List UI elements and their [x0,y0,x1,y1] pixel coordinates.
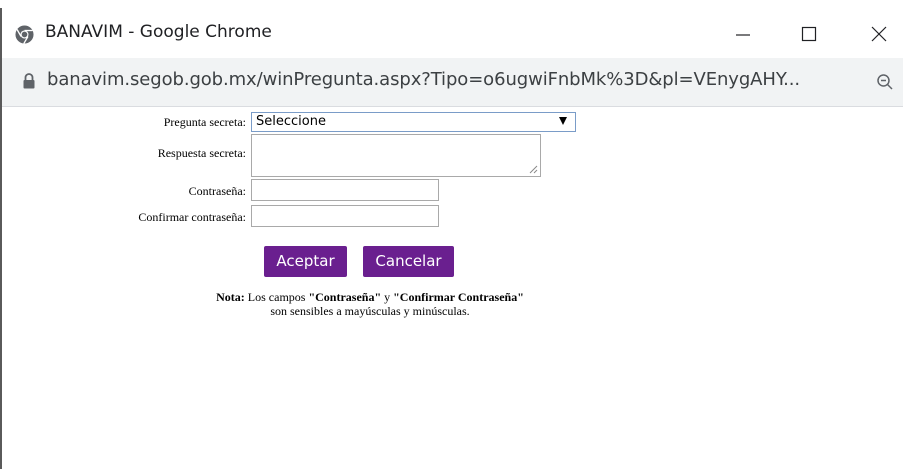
secret-question-label: Pregunta secreta: [163,115,246,129]
confirm-password-input[interactable] [251,205,439,227]
address-bar: banavim.segob.gob.mx/winPregunta.aspx?Ti… [2,58,903,107]
browser-window: BANAVIM - Google Chrome banavim.segob.go… [0,0,903,469]
note-line-1: Nota: Los campos "Contraseña" y "Confirm… [150,290,590,304]
dropdown-arrow-icon [559,117,567,125]
resize-handle-icon[interactable] [529,165,538,174]
accept-button[interactable]: Aceptar [264,246,347,277]
note-field-1: "Contraseña" [308,290,382,304]
title-bar: BANAVIM - Google Chrome [2,8,903,58]
password-input[interactable] [251,179,439,201]
note-line-2: son sensibles a mayúsculas y minúsculas. [270,304,470,318]
note-text-2: y [381,290,394,304]
password-label: Contraseña: [188,184,246,198]
confirm-password-label: Confirmar contraseña: [138,210,246,224]
secret-question-value: Seleccione [256,114,326,129]
url-text[interactable]: banavim.segob.gob.mx/winPregunta.aspx?Ti… [47,69,800,90]
note-text-1: Los campos [244,290,309,304]
note-field-2: "Confirmar Contraseña" [393,290,524,304]
close-icon[interactable] [867,22,891,46]
lock-icon[interactable] [22,72,36,90]
zoom-icon[interactable] [875,72,895,92]
secret-answer-textarea[interactable] [251,134,541,177]
minimize-icon[interactable] [731,22,755,46]
cancel-button[interactable]: Cancelar [363,246,454,277]
window-title: BANAVIM - Google Chrome [45,22,272,42]
note-prefix: Nota: [216,290,245,304]
maximize-icon[interactable] [797,22,821,46]
case-sensitivity-note: Nota: Los campos "Contraseña" y "Confirm… [150,290,590,318]
secret-question-select[interactable]: Seleccione [251,112,576,132]
secret-answer-label: Respuesta secreta: [157,146,246,160]
chrome-icon [15,25,34,44]
